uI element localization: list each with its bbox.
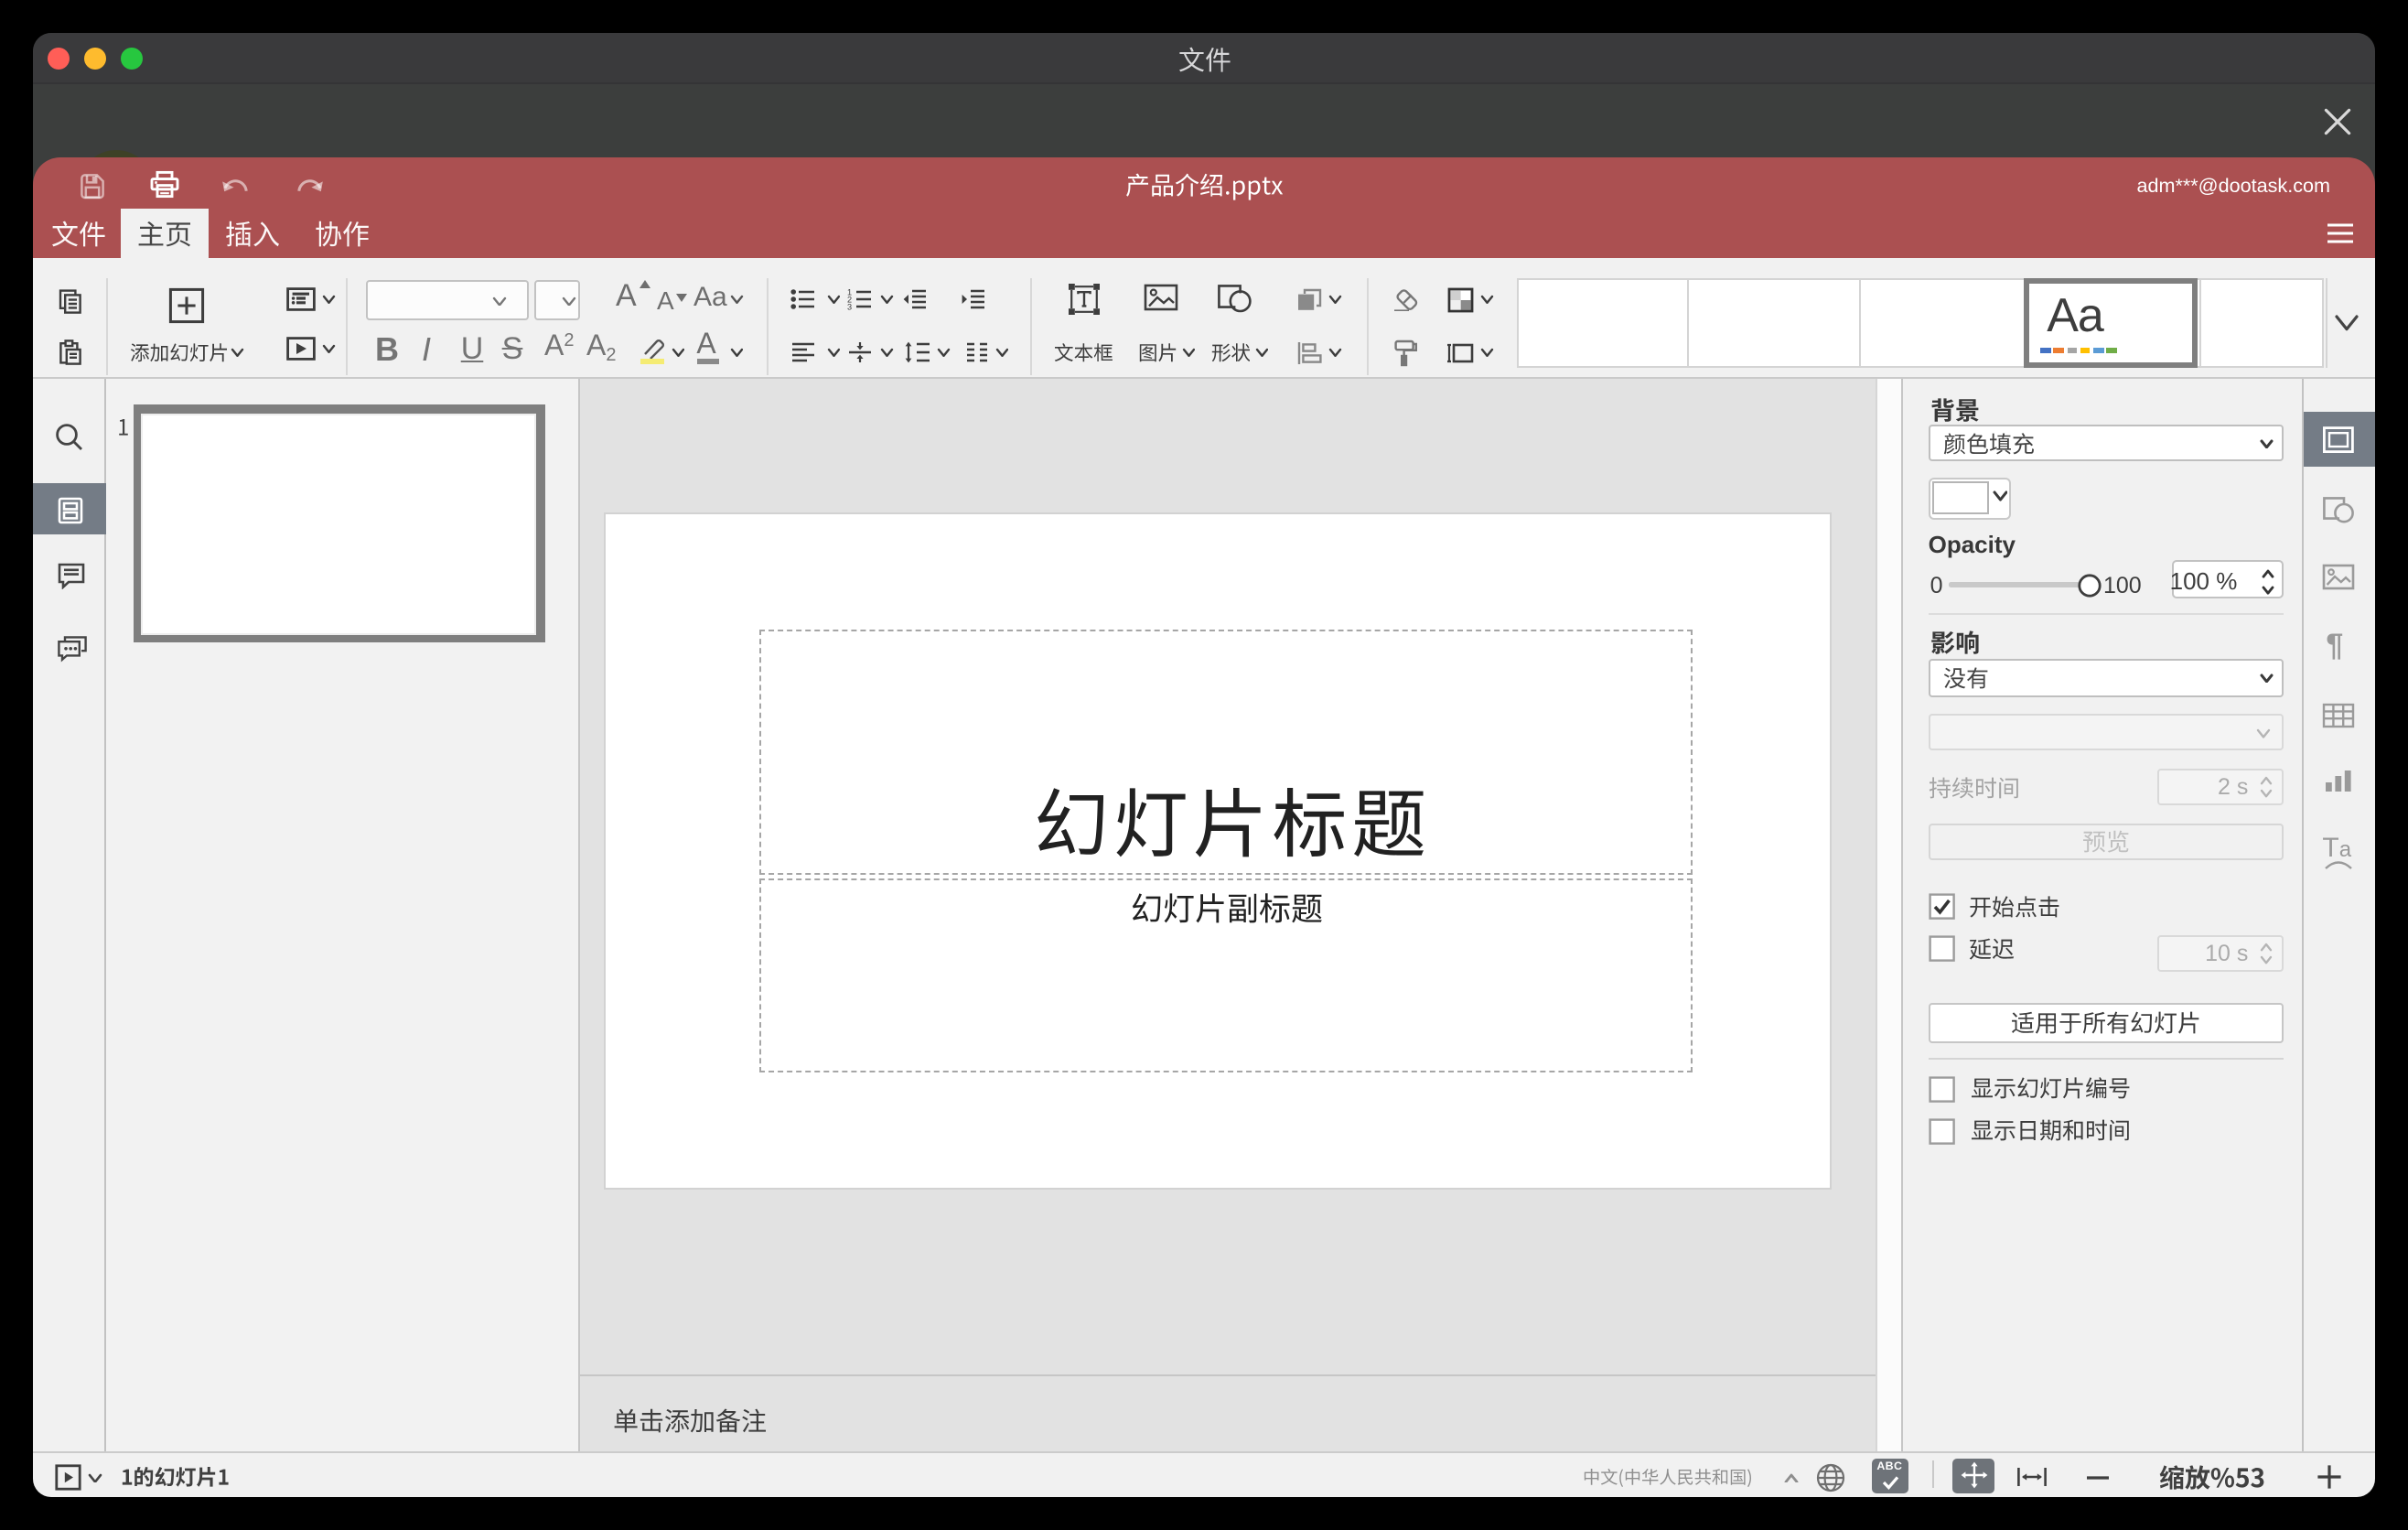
svg-text:3: 3 (847, 302, 852, 311)
